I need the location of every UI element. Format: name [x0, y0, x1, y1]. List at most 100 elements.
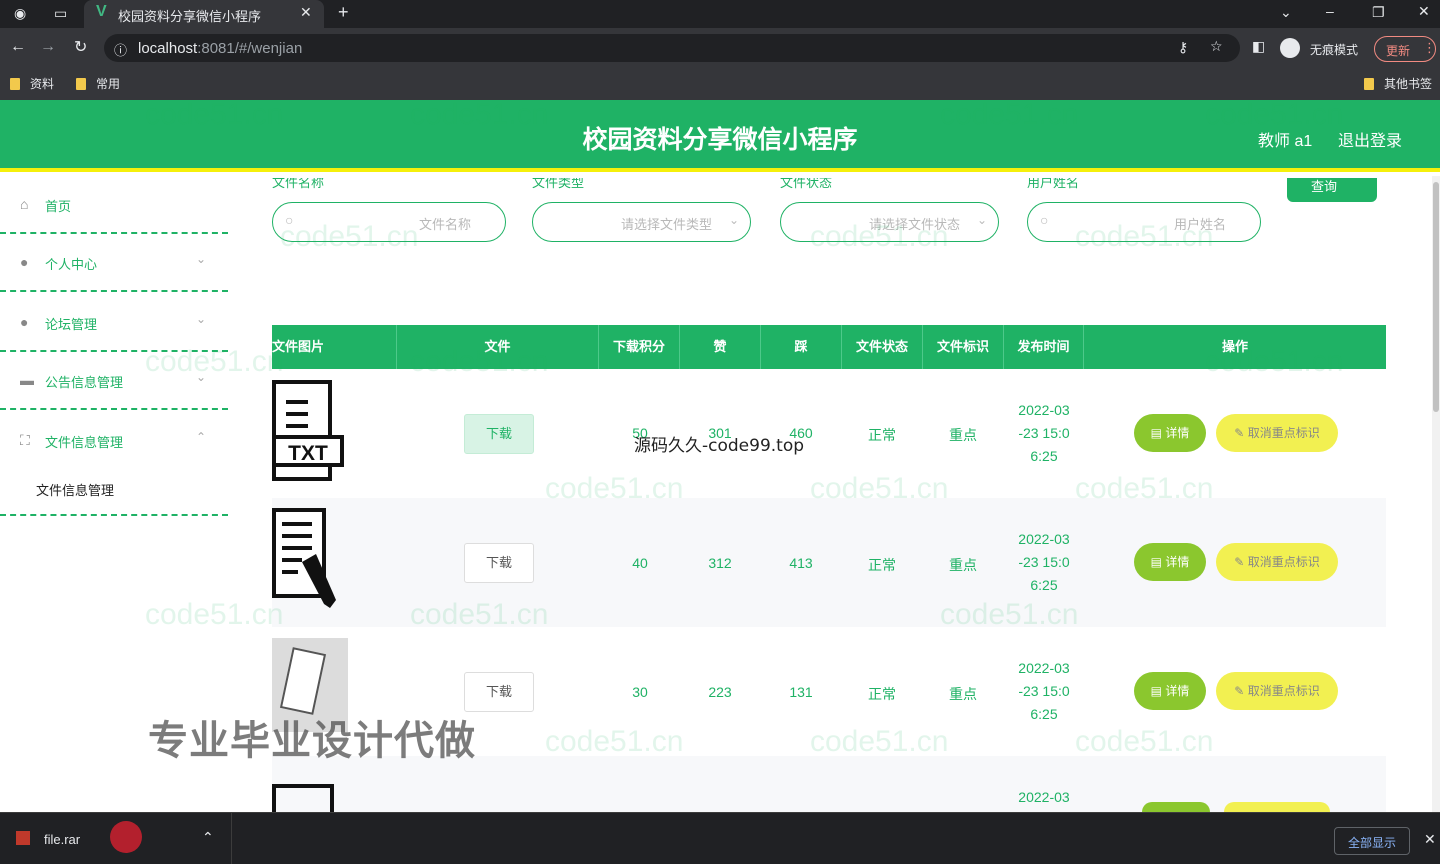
download-button[interactable]: 下载 [464, 672, 534, 712]
key-icon[interactable]: ⚷ [1178, 39, 1188, 56]
column-header: 操作 [1221, 339, 1248, 354]
forward-icon[interactable]: → [40, 38, 56, 56]
back-icon[interactable]: ← [10, 38, 26, 56]
chevron-down-icon: ⌄ [977, 213, 988, 227]
close-download-bar-icon[interactable]: ✕ [1424, 831, 1436, 848]
publish-time-cell: 2022-03 -23 15:0 6:25 [1018, 402, 1070, 464]
briefcase-icon: ▬ [20, 372, 34, 388]
download-item[interactable]: file.rar ⌃ [0, 813, 232, 864]
sidebar-item-files[interactable]: ⛶ 文件信息管理 ⌃ [0, 412, 228, 470]
other-bookmarks[interactable]: 其他书签 [1364, 75, 1432, 92]
user-icon: ● [20, 254, 29, 270]
window-close-icon[interactable]: ✕ [1418, 3, 1430, 20]
filter-label-clip [250, 172, 1440, 178]
vue-logo-icon: V [96, 3, 107, 20]
fullscreen-icon: ⛶ [20, 432, 30, 448]
cursor-highlight [110, 821, 142, 853]
unmark-button[interactable]: ✎ 取消重点标识 [1216, 543, 1338, 581]
reload-icon[interactable]: ↻ [74, 37, 87, 57]
unmark-button[interactable]: ✎ 取消重点标识 [1216, 672, 1338, 710]
mark-cell: 重点 [949, 686, 977, 702]
sidebar-item-home[interactable]: ⌂ 首页 [0, 176, 228, 234]
tab-title: 校园资料分享微信小程序 [118, 9, 262, 24]
unmark-button[interactable]: ✎ 取消重点标识 [1216, 414, 1338, 452]
user-name-placeholder: 用户姓名 [1174, 217, 1227, 232]
show-all-label: 全部显示 [1348, 836, 1397, 850]
chevron-down-icon: ⌄ [196, 370, 207, 384]
app-title: 校园资料分享微信小程序 [582, 126, 858, 154]
file-status-select[interactable]: 请选择文件状态 ⌄ [780, 202, 999, 242]
logout-link[interactable]: 退出登录 [1338, 127, 1402, 151]
bookmark-folder-ziliao[interactable]: 资料 [10, 75, 54, 92]
sidebar-item-label: 个人中心 [45, 257, 98, 272]
minimize-icon[interactable]: – [1326, 3, 1334, 19]
sidebar-item-forum[interactable]: ● 论坛管理 ⌄ [0, 294, 228, 352]
close-tab-icon[interactable]: ✕ [300, 4, 312, 21]
file-type-select[interactable]: 请选择文件类型 ⌄ [532, 202, 751, 242]
file-status-placeholder: 请选择文件状态 [869, 217, 961, 232]
detail-button[interactable]: ▤ 详情 [1134, 672, 1206, 710]
status-cell: 正常 [868, 557, 896, 573]
sidebar-item-announcement[interactable]: ▬ 公告信息管理 ⌄ [0, 352, 228, 410]
sidebar-subitem-label: 文件信息管理 [36, 483, 115, 498]
mark-cell: 重点 [949, 557, 977, 573]
query-label: 查询 [1311, 179, 1338, 194]
show-all-button[interactable]: 全部显示 [1334, 827, 1410, 855]
points-cell: 40 [632, 555, 648, 571]
download-button[interactable]: 下载 [464, 414, 534, 454]
points-cell: 30 [632, 684, 648, 700]
column-header: 踩 [761, 325, 842, 369]
browser-menu-icon[interactable]: ◉ [14, 5, 26, 22]
user-name-input[interactable]: ○ 用户姓名 [1027, 202, 1261, 242]
column-header: 文件状态 [842, 325, 923, 369]
restore-icon[interactable]: ❐ [1372, 4, 1385, 21]
bookmark-star-icon[interactable]: ☆ [1210, 38, 1223, 55]
unmark-button-partial[interactable] [1224, 802, 1330, 812]
rar-file-icon [16, 831, 30, 845]
mark-cell: 重点 [949, 427, 977, 443]
sidebar-item-label: 公告信息管理 [45, 375, 124, 390]
column-header: 文件图片 [272, 325, 397, 369]
file-image-partial [272, 784, 334, 812]
tab-list-chevron-icon[interactable]: ⌄ [1280, 4, 1292, 21]
sidebar-item-personal[interactable]: ● 个人中心 ⌄ [0, 234, 228, 292]
folder-icon [76, 78, 86, 90]
chevron-down-icon: ⌄ [196, 312, 207, 326]
publish-time-cell: 2022-03 -23 15:0 6:25 [1018, 660, 1070, 722]
detail-button[interactable]: ▤ 详情 [1134, 414, 1206, 452]
browser-tabstrip: ◉ ▭ V 校园资料分享微信小程序 ✕ + ⌄ – ❐ ✕ [0, 0, 1440, 28]
file-type-placeholder: 请选择文件类型 [621, 217, 713, 232]
bookmarks-bar: 资料 常用 其他书签 [0, 68, 1440, 100]
likes-cell: 312 [708, 555, 732, 571]
chevron-down-icon: ⌄ [729, 213, 740, 227]
file-name-input[interactable]: ○ 文件名称 [272, 202, 506, 242]
source-watermark: 源码久久-code99.top [634, 436, 805, 456]
document-pen-image [272, 508, 336, 608]
chevron-up-icon[interactable]: ⌃ [202, 829, 214, 846]
update-button[interactable]: 更新 ⋮ [1374, 36, 1436, 62]
sidepanel-icon[interactable]: ◧ [1252, 38, 1265, 55]
download-button[interactable]: 下载 [464, 543, 534, 583]
new-tab-icon[interactable]: + [338, 2, 349, 23]
address-bar[interactable]: ⓘ localhost:8081/#/wenjian ⚷ ☆ [104, 34, 1240, 62]
info-icon[interactable]: ⓘ [114, 40, 127, 59]
detail-button-partial[interactable] [1142, 802, 1210, 812]
document-icon: ▤ [1150, 684, 1166, 698]
column-header: 赞 [680, 325, 761, 369]
edit-icon: ✎ [1234, 684, 1248, 698]
sidebar-subitem-files[interactable]: 文件信息管理 [0, 470, 228, 516]
sidebar-item-label: 文件信息管理 [45, 435, 124, 450]
browser-tab[interactable]: V 校园资料分享微信小程序 ✕ [84, 0, 324, 28]
promo-overlay: 专业毕业设计代做 [148, 719, 476, 763]
sidebar-item-label: 首页 [45, 199, 72, 214]
folder-icon [10, 78, 20, 90]
detail-button[interactable]: ▤ 详情 [1134, 543, 1206, 581]
tab-search-icon[interactable]: ▭ [54, 5, 67, 22]
svg-text:TXT: TXT [288, 442, 328, 465]
user-icon: ● [20, 314, 29, 330]
bookmark-folder-changyong[interactable]: 常用 [76, 75, 120, 92]
query-button[interactable]: 查询 [1287, 178, 1377, 202]
dislikes-cell: 131 [789, 684, 813, 700]
page-scrollbar[interactable] [1432, 176, 1440, 812]
scrollbar-thumb[interactable] [1433, 182, 1439, 412]
